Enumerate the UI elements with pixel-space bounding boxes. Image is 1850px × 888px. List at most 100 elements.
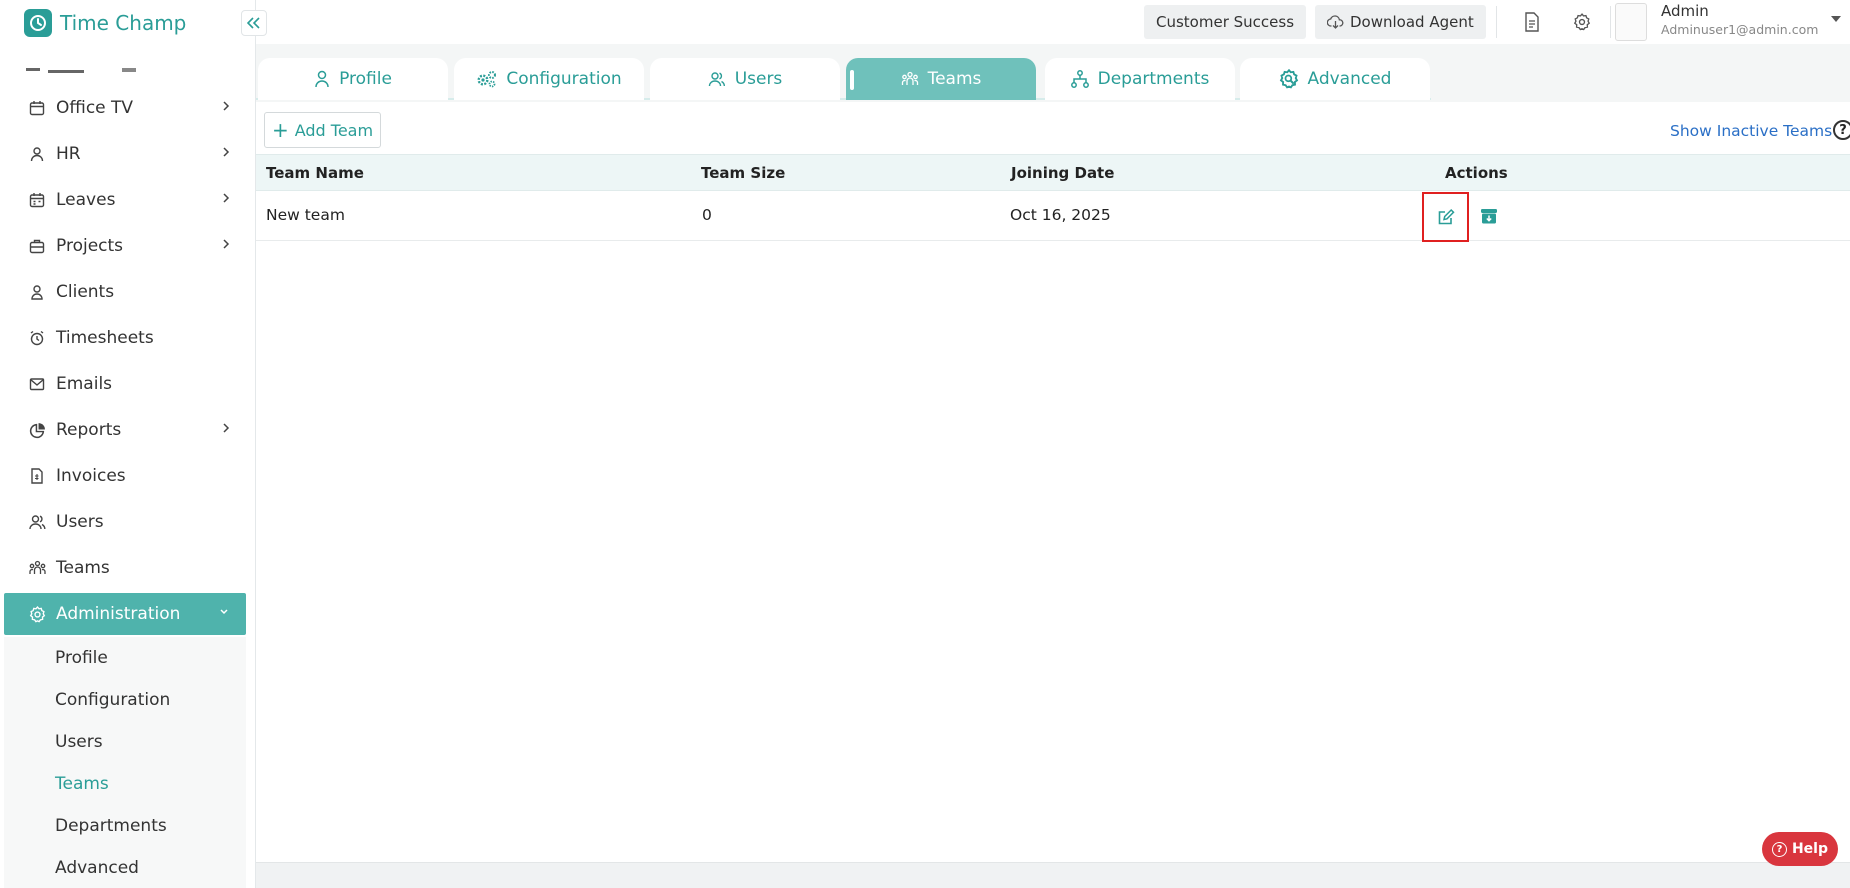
download-agent-label: Download Agent xyxy=(1350,13,1474,31)
edit-icon xyxy=(1437,208,1455,226)
submenu-item-teams[interactable]: Teams xyxy=(4,763,246,805)
admin-tabs: Profile Configuration Users Teams Depart… xyxy=(256,58,1431,100)
person-icon xyxy=(314,70,330,88)
app-logo[interactable]: Time Champ xyxy=(24,8,186,38)
tab-teams[interactable]: Teams xyxy=(846,58,1036,100)
chevron-down-icon xyxy=(218,608,230,616)
chevron-right-icon xyxy=(222,146,230,158)
sidebar-item-hr[interactable]: HR xyxy=(0,131,256,177)
tab-profile[interactable]: Profile xyxy=(258,58,448,100)
chevron-right-icon xyxy=(222,238,230,250)
alarm-icon xyxy=(27,328,47,348)
download-agent-button[interactable]: Download Agent xyxy=(1315,5,1486,39)
archive-box-icon xyxy=(1480,207,1498,225)
submenu-item-users[interactable]: Users xyxy=(4,721,246,763)
add-team-label: Add Team xyxy=(294,120,374,140)
joining-date-cell: Oct 16, 2025 xyxy=(1010,206,1111,224)
submenu-item-profile[interactable]: Profile xyxy=(4,637,246,679)
user-name[interactable]: Admin xyxy=(1661,2,1709,20)
sidebar-item-users[interactable]: Users xyxy=(0,499,256,545)
tab-label: Advanced xyxy=(1307,69,1392,89)
submenu-item-configuration[interactable]: Configuration xyxy=(4,679,246,721)
mail-icon xyxy=(27,374,47,394)
chevron-right-icon xyxy=(222,192,230,204)
tab-label: Profile xyxy=(339,69,392,89)
customer-success-button[interactable]: Customer Success xyxy=(1144,5,1307,39)
gears-icon xyxy=(476,70,497,88)
administration-submenu: Profile Configuration Users Teams Depart… xyxy=(4,637,246,888)
sidebar-item-timesheets[interactable]: Timesheets xyxy=(0,315,256,361)
document-icon[interactable] xyxy=(1521,11,1543,33)
org-chart-icon xyxy=(1070,70,1089,88)
briefcase-icon xyxy=(27,236,47,256)
collapse-sidebar-button[interactable] xyxy=(241,10,267,36)
sidebar-item-clients[interactable]: Clients xyxy=(0,269,256,315)
sidebar-item-label: HR xyxy=(56,144,81,164)
table-header: Team Name Team Size Joining Date Actions xyxy=(256,154,1850,191)
sidebar-item-label: Administration xyxy=(56,604,181,624)
person-icon xyxy=(27,144,47,164)
sidebar-item-partial xyxy=(26,60,206,74)
topbar-divider xyxy=(1496,6,1497,38)
tab-label: Configuration xyxy=(506,69,622,89)
user-email: Adminuser1@admin.com xyxy=(1661,22,1819,37)
submenu-item-departments[interactable]: Departments xyxy=(4,805,246,847)
chevron-right-icon xyxy=(222,422,230,434)
submenu-item-advanced[interactable]: Advanced xyxy=(4,847,246,888)
clock-logo-icon xyxy=(24,9,52,37)
question-circle-icon[interactable]: ? xyxy=(1833,120,1850,140)
calendar-icon xyxy=(27,98,47,118)
archive-team-button[interactable] xyxy=(1478,205,1500,227)
add-team-button[interactable]: + Add Team xyxy=(264,112,381,148)
tab-configuration[interactable]: Configuration xyxy=(454,58,644,100)
sidebar: Time Champ Office TV HR Leaves Projects xyxy=(0,0,267,888)
column-joining-date[interactable]: Joining Date xyxy=(1011,164,1114,182)
sidebar-item-label: Teams xyxy=(56,558,110,578)
column-team-name[interactable]: Team Name xyxy=(266,164,364,182)
sidebar-item-invoices[interactable]: Invoices xyxy=(0,453,256,499)
tab-departments[interactable]: Departments xyxy=(1045,58,1235,100)
show-inactive-teams-link[interactable]: Show Inactive Teams xyxy=(1670,122,1832,140)
sidebar-nav: Office TV HR Leaves Projects Clients Tim… xyxy=(0,85,256,888)
main-content: Profile Configuration Users Teams Depart… xyxy=(256,44,1850,888)
settings-gear-icon[interactable] xyxy=(1571,11,1593,33)
sidebar-item-administration[interactable]: Administration xyxy=(4,593,246,635)
gear-icon xyxy=(27,604,47,624)
sidebar-item-projects[interactable]: Projects xyxy=(0,223,256,269)
teams-panel: + Add Team Show Inactive Teams ? Team Na… xyxy=(256,102,1850,862)
column-team-size[interactable]: Team Size xyxy=(701,164,785,182)
team-icon xyxy=(901,71,919,87)
tab-label: Users xyxy=(734,69,783,89)
sidebar-item-label: Projects xyxy=(56,236,124,256)
users-icon xyxy=(27,512,47,532)
user-menu-caret-icon[interactable] xyxy=(1831,16,1841,22)
sidebar-item-teams[interactable]: Teams xyxy=(0,545,256,591)
edit-team-button[interactable] xyxy=(1422,192,1469,242)
sidebar-item-office-tv[interactable]: Office TV xyxy=(0,85,256,131)
top-bar: Customer Success Download Agent Admin Ad… xyxy=(256,0,1850,44)
avatar[interactable] xyxy=(1615,3,1647,41)
column-actions: Actions xyxy=(1445,164,1508,182)
tab-advanced[interactable]: Advanced xyxy=(1240,58,1430,100)
help-button[interactable]: ? Help xyxy=(1762,832,1838,866)
question-circle-icon: ? xyxy=(1771,841,1787,857)
double-chevron-left-icon xyxy=(247,17,260,29)
tab-users[interactable]: Users xyxy=(650,58,840,100)
table-row: New team 0 Oct 16, 2025 xyxy=(256,191,1850,242)
team-size-cell: 0 xyxy=(702,206,712,224)
team-icon xyxy=(27,558,47,578)
sidebar-item-label: Invoices xyxy=(56,466,126,486)
sidebar-item-label: Emails xyxy=(56,374,113,394)
app-name: Time Champ xyxy=(60,11,187,35)
chevron-right-icon xyxy=(222,100,230,112)
sidebar-item-leaves[interactable]: Leaves xyxy=(0,177,256,223)
cloud-download-icon xyxy=(1327,15,1344,29)
sidebar-item-reports[interactable]: Reports xyxy=(0,407,256,453)
sidebar-item-emails[interactable]: Emails xyxy=(0,361,256,407)
pie-chart-icon xyxy=(27,420,47,440)
person-icon xyxy=(27,282,47,302)
plus-icon: + xyxy=(271,118,289,142)
sidebar-item-label: Clients xyxy=(56,282,115,302)
sidebar-item-label: Reports xyxy=(56,420,122,440)
team-name-cell: New team xyxy=(266,206,345,224)
